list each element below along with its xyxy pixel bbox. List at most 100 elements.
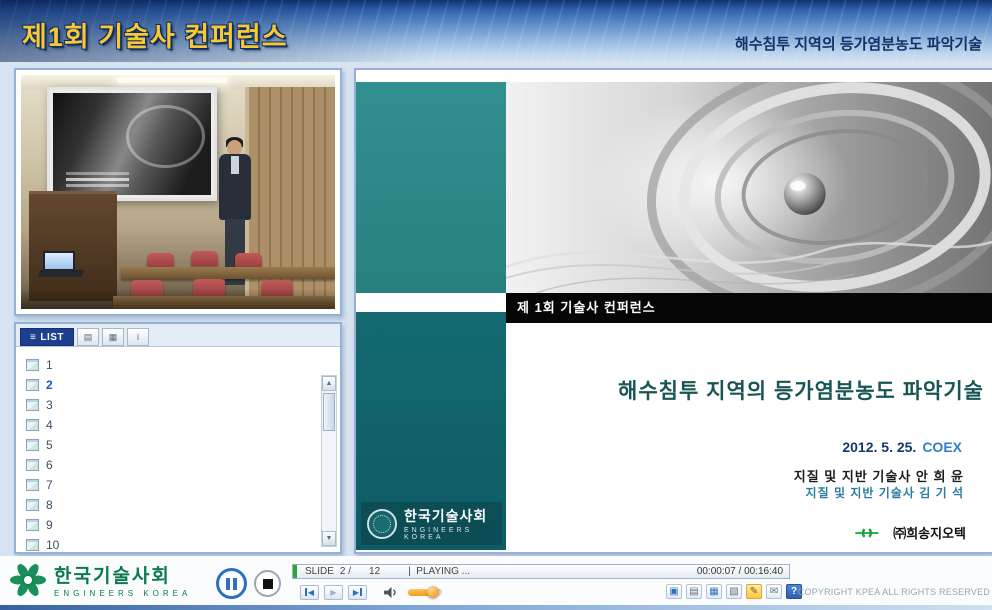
list-item[interactable]: 8 — [26, 495, 340, 515]
volume-icon[interactable] — [384, 586, 399, 599]
player-footer: 한국기술사회 ENGINEERS KOREA SLIDE 2 / 12 | PL… — [0, 556, 992, 605]
player-window: 제1회 기술사 컨퍼런스 해수침투 지역의 등가염분농도 파악기술 — [0, 0, 992, 610]
video-panel — [14, 68, 342, 316]
author-secondary: 지질 및 지반 기술사 김 기 석 — [806, 484, 964, 501]
list-icon: ≡ — [30, 332, 36, 343]
projection-screen — [47, 87, 217, 201]
scrollbar-thumb[interactable] — [323, 393, 335, 431]
list-item[interactable]: 4 — [26, 415, 340, 435]
kpea-brand: 한국기술사회 ENGINEERS KOREA — [10, 561, 191, 598]
copyright-text: COPYRIGHT KPEA ALL RIGHTS RESERVED — [798, 587, 990, 597]
screen-icon[interactable]: ▣ — [666, 584, 682, 599]
slide-doc-icon — [26, 419, 39, 431]
tab-info[interactable]: i — [127, 328, 149, 346]
utility-icons: ▣▤▦▧✎✉? — [666, 584, 802, 599]
slide-doc-icon — [26, 439, 39, 451]
org-name: 한국기술사회 — [404, 506, 496, 526]
company-name: ㈜희송지오텍 — [893, 523, 966, 542]
org-subtitle: ENGINEERS KOREA — [404, 527, 496, 541]
list-item[interactable]: 10 — [26, 535, 340, 555]
slide-content: 해수침투 지역의 등가염분농도 파악기술 2012. 5. 25.COEX 지질… — [506, 323, 992, 552]
slide-current: 2 / — [340, 566, 351, 577]
time-display: 00:00:07 / 00:16:40 — [697, 566, 783, 577]
list-scrollbar[interactable]: ▲ ▼ — [321, 375, 337, 547]
slide-date: 2012. 5. 25.COEX — [842, 439, 962, 455]
page-title: 제1회 기술사 컨퍼런스 — [22, 15, 288, 54]
slide-artwork — [506, 82, 992, 293]
slide-doc-icon — [26, 359, 39, 371]
tab-list[interactable]: ≡ LIST — [20, 328, 74, 346]
volume-slider[interactable] — [408, 589, 442, 596]
brand-subtitle: ENGINEERS KOREA — [54, 589, 191, 598]
scroll-down-icon[interactable]: ▼ — [322, 531, 336, 546]
bottom-frame — [0, 605, 992, 610]
tab-thumbnails[interactable]: ▦ — [102, 328, 124, 346]
abstract-glass-graphic — [506, 82, 992, 293]
slide-doc-icon — [26, 459, 39, 471]
grid-icon[interactable]: ▦ — [706, 584, 722, 599]
company-branding: ㈜희송지오텍 — [853, 523, 966, 542]
chair — [147, 253, 174, 268]
note-icon[interactable]: ✎ — [746, 584, 762, 599]
slide-doc-icon — [26, 399, 39, 411]
projected-ring-graphic — [126, 105, 205, 168]
slide-doc-icon — [26, 519, 39, 531]
mail-icon[interactable]: ✉ — [766, 584, 782, 599]
list-item[interactable]: 1 — [26, 355, 340, 375]
status-bar: SLIDE 2 / 12 | PLAYING ... 00:00:07 / 00… — [292, 564, 790, 579]
org-branding: 한국기술사회 ENGINEERS KOREA — [361, 502, 502, 545]
slide-list-body: 12345678910 ▲ ▼ — [16, 348, 340, 552]
ceiling-light — [117, 78, 227, 83]
projected-slide — [53, 93, 211, 195]
stop-icon — [263, 579, 273, 589]
conference-table — [121, 267, 335, 279]
list-item[interactable]: 7 — [26, 475, 340, 495]
company-logo-icon — [853, 525, 887, 541]
slide-doc-icon — [26, 499, 39, 511]
brand-name: 한국기술사회 — [54, 561, 191, 588]
stop-button[interactable] — [254, 570, 281, 597]
slide-doc-icon — [26, 479, 39, 491]
slide-teal-block-top — [356, 82, 506, 293]
next-slide-button[interactable]: ▶ — [348, 585, 367, 600]
transport-controls: ◀ ▶ ▶ — [300, 583, 442, 601]
slide-total: 12 — [369, 566, 380, 577]
capture-icon[interactable]: ▤ — [686, 584, 702, 599]
play-state: | PLAYING ... — [408, 566, 470, 577]
chair — [191, 251, 218, 266]
tab-list-label: LIST — [40, 332, 64, 343]
buffer-indicator — [293, 565, 297, 578]
list-tabs: ≡ LIST ▤ ▦ i — [16, 324, 340, 347]
slide-band-title: 제 1회 기술사 컨퍼런스 — [506, 293, 992, 323]
info-icon: i — [137, 332, 139, 342]
slide-teal-block-bottom: 한국기술사회 ENGINEERS KOREA — [356, 312, 506, 550]
layout-icon[interactable]: ▧ — [726, 584, 742, 599]
thumbnails-icon: ▦ — [109, 332, 118, 343]
pause-button[interactable] — [216, 568, 247, 599]
header: 제1회 기술사 컨퍼런스 해수침투 지역의 등가염분농도 파악기술 — [0, 0, 992, 62]
list-panel: ≡ LIST ▤ ▦ i 12345678910 ▲ ▼ — [14, 322, 342, 554]
floor-shadow — [21, 289, 335, 309]
venue: COEX — [922, 439, 962, 455]
author-primary: 지질 및 지반 기술사 안 희 윤 — [794, 466, 964, 485]
prev-slide-button[interactable]: ◀ — [300, 585, 319, 600]
slide-title: 해수침투 지역의 등가염분농도 파악기술 — [618, 375, 984, 405]
slide-doc-icon — [26, 539, 39, 551]
list-item[interactable]: 6 — [26, 455, 340, 475]
chair — [235, 253, 262, 268]
list-item[interactable]: 3 — [26, 395, 340, 415]
kpea-logo-icon — [10, 562, 46, 598]
kpea-seal-icon — [367, 509, 397, 539]
podium — [29, 191, 117, 301]
volume-knob[interactable] — [427, 586, 439, 598]
scroll-up-icon[interactable]: ▲ — [322, 376, 336, 391]
play-button[interactable]: ▶ — [324, 585, 343, 600]
tab-note[interactable]: ▤ — [77, 328, 99, 346]
slide-list: 12345678910 — [16, 348, 340, 555]
list-item[interactable]: 5 — [26, 435, 340, 455]
list-item[interactable]: 2 — [26, 375, 340, 395]
list-item[interactable]: 9 — [26, 515, 340, 535]
slide-viewer: 제 1회 기술사 컨퍼런스 한국기술사회 ENGINEERS KOREA 해수침… — [354, 68, 992, 554]
projected-text-lines — [66, 178, 129, 181]
lecture-subtitle: 해수침투 지역의 등가염분농도 파악기술 — [735, 33, 982, 54]
